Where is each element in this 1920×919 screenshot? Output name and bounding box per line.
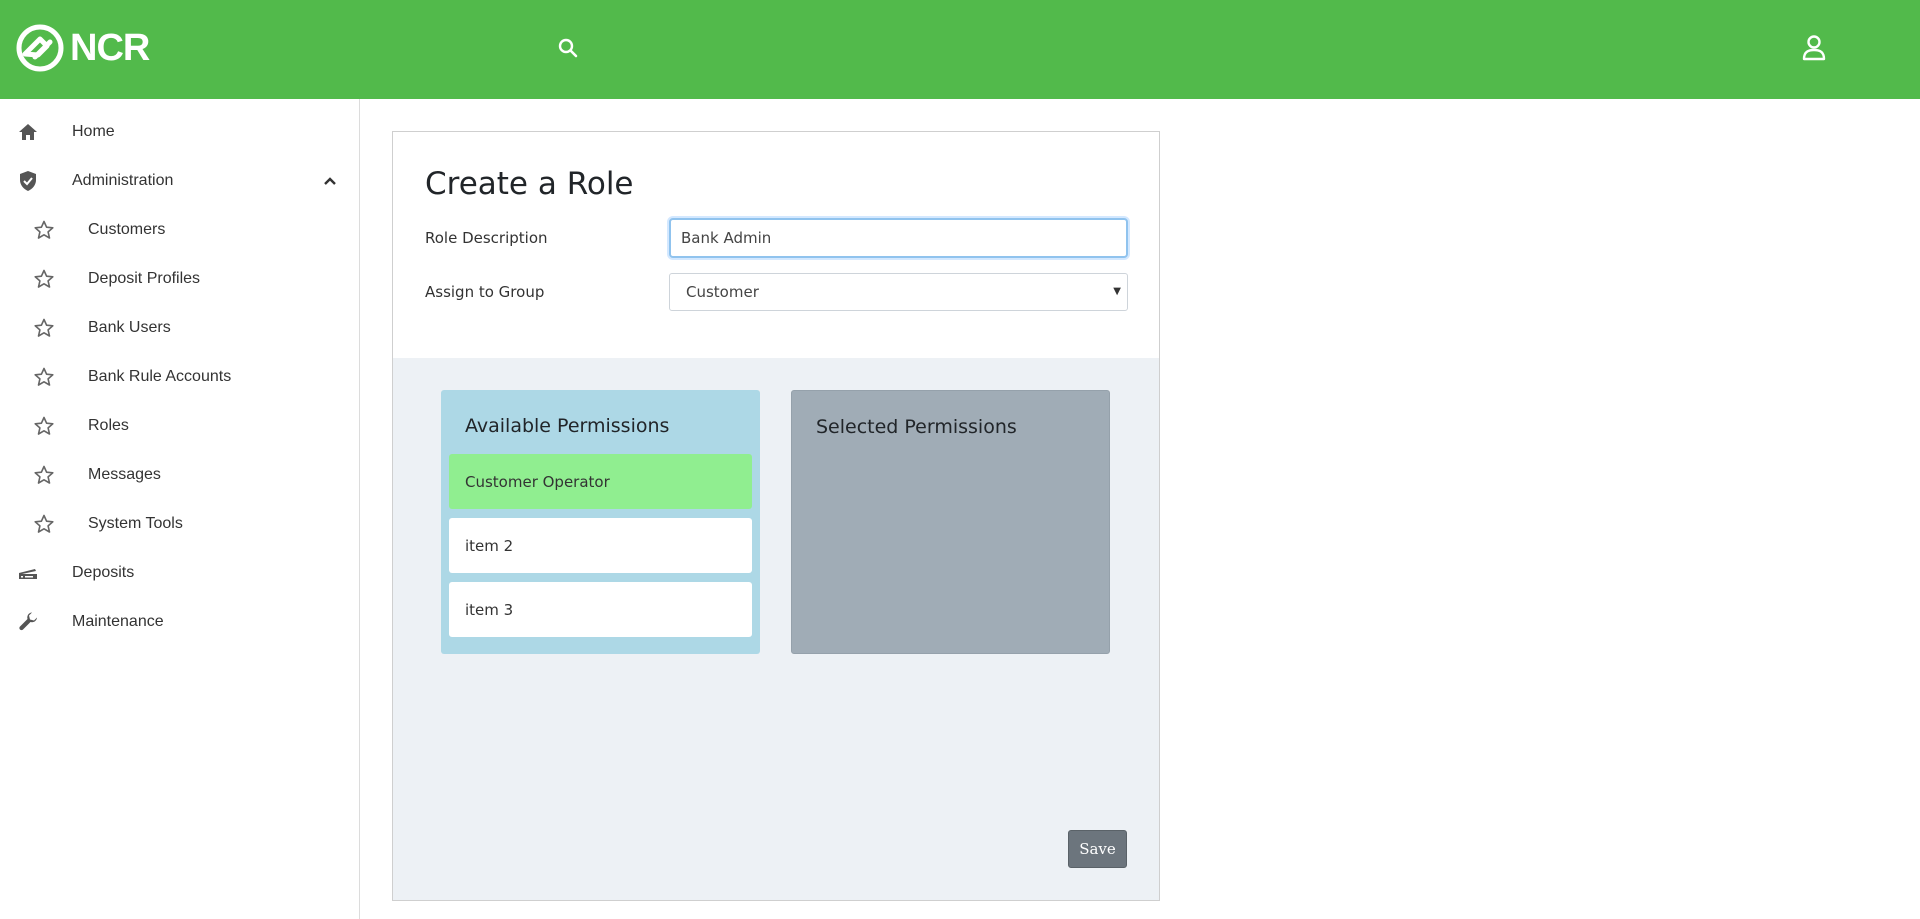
- assign-group-select[interactable]: Customer ▼: [669, 273, 1128, 311]
- role-description-input[interactable]: [669, 218, 1128, 258]
- sidebar-item-roles[interactable]: Roles: [0, 401, 359, 450]
- sidebar-item-label: Messages: [88, 465, 161, 483]
- caret-down-icon: ▼: [1113, 286, 1121, 297]
- top-app-bar: NCR: [0, 0, 1920, 99]
- save-button[interactable]: Save: [1068, 830, 1127, 868]
- home-icon: [16, 120, 40, 144]
- assign-group-label: Assign to Group: [425, 283, 545, 301]
- sidebar-item-deposit-profiles[interactable]: Deposit Profiles: [0, 254, 359, 303]
- chevron-up-icon[interactable]: [320, 171, 340, 191]
- sidebar-item-maintenance[interactable]: Maintenance: [0, 597, 359, 646]
- sidebar-item-deposits[interactable]: Deposits: [0, 548, 359, 597]
- permission-item[interactable]: item 2: [449, 518, 752, 573]
- sidebar-item-bank-users[interactable]: Bank Users: [0, 303, 359, 352]
- sidebar-item-label: Bank Users: [88, 318, 171, 336]
- role-description-label: Role Description: [425, 229, 548, 247]
- sidebar-item-messages[interactable]: Messages: [0, 450, 359, 499]
- user-icon[interactable]: [1801, 34, 1827, 62]
- available-permissions-panel[interactable]: Available Permissions Customer Operator …: [441, 390, 760, 654]
- permission-item[interactable]: Customer Operator: [449, 454, 752, 509]
- scanner-icon: [16, 561, 40, 585]
- sidebar-item-bank-rule-accounts[interactable]: Bank Rule Accounts: [0, 352, 359, 401]
- available-permissions-title: Available Permissions: [465, 415, 670, 437]
- selected-permissions-panel[interactable]: Selected Permissions: [791, 390, 1110, 654]
- logo-text: NCR: [70, 26, 150, 69]
- star-outline-icon: [32, 267, 56, 291]
- sidebar-item-administration[interactable]: Administration: [0, 156, 359, 205]
- search-icon[interactable]: [556, 36, 580, 60]
- sidebar-item-home[interactable]: Home: [0, 107, 359, 156]
- sidebar-item-label: Deposits: [72, 563, 135, 581]
- wrench-icon: [16, 610, 40, 634]
- ncr-logo-mark-icon: [16, 24, 64, 72]
- permission-item[interactable]: item 3: [449, 582, 752, 637]
- shield-check-icon: [16, 169, 40, 193]
- sidebar-item-label: Administration: [72, 171, 174, 189]
- sidebar-item-label: Customers: [88, 220, 166, 238]
- sidebar-item-customers[interactable]: Customers: [0, 205, 359, 254]
- sidebar-item-label: Deposit Profiles: [88, 269, 201, 287]
- selected-permissions-title: Selected Permissions: [816, 416, 1017, 438]
- star-outline-icon: [32, 365, 56, 389]
- star-outline-icon: [32, 316, 56, 340]
- sidebar-item-label: Home: [72, 122, 115, 140]
- star-outline-icon: [32, 218, 56, 242]
- sidebar-item-label: Bank Rule Accounts: [88, 367, 232, 385]
- assign-group-selected-value: Customer: [686, 283, 759, 301]
- star-outline-icon: [32, 463, 56, 487]
- sidebar-nav: Home Administration Customers Deposit Pr…: [0, 99, 360, 919]
- sidebar-item-label: Roles: [88, 416, 129, 434]
- sidebar-item-system-tools[interactable]: System Tools: [0, 499, 359, 548]
- sidebar-item-label: Maintenance: [72, 612, 164, 630]
- sidebar-item-label: System Tools: [88, 514, 183, 532]
- ncr-logo[interactable]: NCR: [16, 24, 150, 72]
- star-outline-icon: [32, 512, 56, 536]
- page-title: Create a Role: [425, 166, 634, 202]
- permissions-area: Available Permissions Customer Operator …: [393, 358, 1159, 900]
- create-role-card: Create a Role Role Description Assign to…: [392, 131, 1160, 901]
- star-outline-icon: [32, 414, 56, 438]
